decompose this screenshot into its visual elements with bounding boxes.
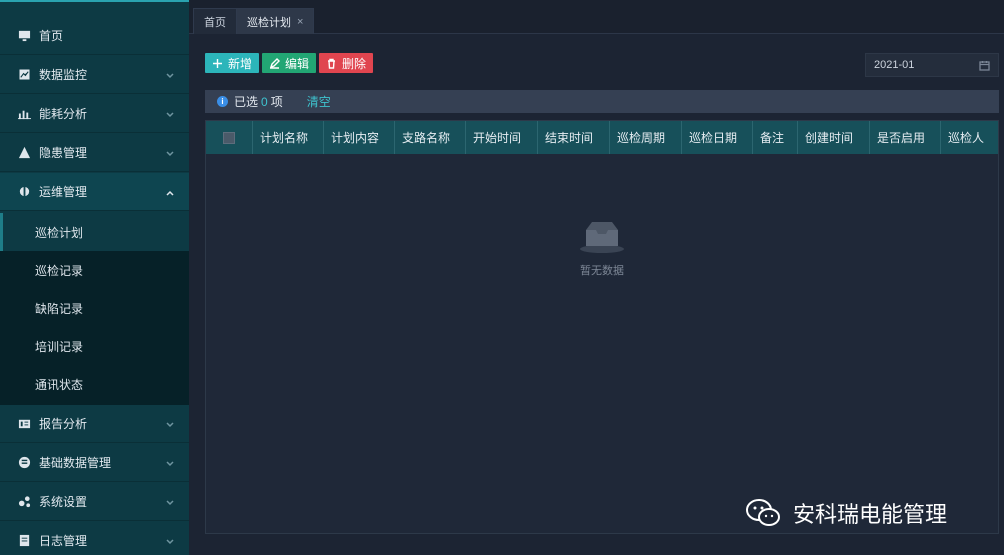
delete-button[interactable]: 删除	[319, 53, 374, 73]
chevron-down-icon	[165, 419, 175, 429]
sidebar-item-hazard-management[interactable]: 隐患管理	[0, 134, 189, 172]
edit-button[interactable]: 编辑	[262, 53, 317, 73]
delete-button-label: 删除	[342, 56, 367, 71]
column-header[interactable]: 创建时间	[798, 121, 870, 154]
column-header[interactable]: 支路名称	[395, 121, 466, 154]
empty-state: 暂无数据	[206, 216, 998, 278]
empty-text: 暂无数据	[580, 265, 624, 277]
column-header[interactable]: 结束时间	[538, 121, 610, 154]
submenu-item-training-record[interactable]: 培训记录	[0, 327, 189, 365]
chevron-down-icon	[165, 497, 175, 507]
calendar-icon	[979, 60, 990, 71]
inspection-plan-table: 计划名称 计划内容 支路名称 开始时间 结束时间 巡检周期 巡检日期 备注 创建…	[205, 120, 999, 534]
main-content: 首页 巡检计划 × 新增 编辑 删除 2021-01 i 已选 0 项 清空 计…	[189, 0, 1004, 555]
database-icon	[17, 456, 31, 470]
settings-icon	[17, 495, 31, 509]
submenu-item-label: 通讯状态	[35, 377, 84, 392]
selection-prefix: 已选	[234, 95, 259, 109]
add-button[interactable]: 新增	[205, 53, 260, 73]
report-icon	[17, 417, 31, 431]
selection-suffix: 项	[270, 95, 283, 109]
sidebar-item-label: 日志管理	[39, 534, 88, 548]
selection-count: 0	[261, 94, 268, 109]
chevron-up-icon	[165, 187, 175, 197]
sidebar-item-operations[interactable]: 运维管理	[0, 173, 189, 211]
tab-label: 首页	[204, 16, 226, 29]
inbox-empty-icon	[580, 222, 624, 253]
wechat-logo-icon	[746, 499, 780, 526]
column-header[interactable]: 备注	[753, 121, 798, 154]
warning-icon	[17, 146, 31, 160]
column-header[interactable]: 计划内容	[324, 121, 395, 154]
submenu-item-label: 巡检记录	[35, 263, 84, 278]
sidebar-item-label: 系统设置	[39, 495, 88, 509]
sidebar-item-label: 能耗分析	[39, 107, 88, 121]
pencil-icon	[269, 57, 280, 69]
sidebar-item-energy-analysis[interactable]: 能耗分析	[0, 95, 189, 133]
sidebar-item-home[interactable]: 首页	[0, 17, 189, 55]
watermark-text: 安科瑞电能管理	[793, 502, 948, 527]
log-icon	[17, 534, 31, 548]
chart-box-icon	[17, 68, 31, 82]
sidebar-item-label: 报告分析	[39, 417, 88, 431]
tool-icon	[17, 185, 31, 199]
info-icon: i	[217, 96, 228, 107]
column-header[interactable]: 计划名称	[253, 121, 324, 154]
column-header[interactable]: 开始时间	[466, 121, 538, 154]
tab-bar: 首页 巡检计划 ×	[189, 0, 1004, 34]
sidebar-item-label: 隐患管理	[39, 146, 88, 160]
watermark: 安科瑞电能管理	[745, 497, 947, 529]
sidebar-item-label: 运维管理	[39, 185, 88, 199]
sidebar-item-report-analysis[interactable]: 报告分析	[0, 405, 189, 443]
sidebar-item-label: 首页	[39, 29, 64, 43]
close-icon[interactable]: ×	[297, 16, 303, 28]
chevron-down-icon	[165, 148, 175, 158]
clear-selection-link[interactable]: 清空	[307, 93, 331, 110]
chevron-down-icon	[165, 536, 175, 546]
submenu-item-comm-status[interactable]: 通讯状态	[0, 365, 189, 403]
column-header[interactable]: 巡检周期	[610, 121, 682, 154]
selection-alert: i 已选 0 项 清空	[205, 90, 999, 113]
table-header: 计划名称 计划内容 支路名称 开始时间 结束时间 巡检周期 巡检日期 备注 创建…	[206, 121, 998, 154]
add-button-label: 新增	[228, 56, 253, 71]
plus-icon	[213, 58, 222, 68]
select-all-cell	[206, 121, 253, 154]
chevron-down-icon	[165, 70, 175, 80]
submenu-item-label: 培训记录	[35, 339, 84, 354]
sidebar-item-log-management[interactable]: 日志管理	[0, 522, 189, 555]
submenu-item-inspection-record[interactable]: 巡检记录	[0, 251, 189, 289]
operations-submenu: 巡检计划 巡检记录 缺陷记录 培训记录 通讯状态	[0, 213, 189, 405]
chevron-down-icon	[165, 458, 175, 468]
sidebar-item-label: 基础数据管理	[39, 456, 112, 470]
submenu-item-label: 缺陷记录	[35, 301, 84, 316]
column-header[interactable]: 巡检人	[941, 121, 998, 154]
submenu-item-defect-record[interactable]: 缺陷记录	[0, 289, 189, 327]
column-header[interactable]: 是否启用	[870, 121, 941, 154]
bar-chart-icon	[17, 107, 31, 121]
tab-home[interactable]: 首页	[193, 8, 237, 34]
sidebar-item-system-settings[interactable]: 系统设置	[0, 483, 189, 521]
submenu-item-label: 巡检计划	[35, 225, 84, 240]
sidebar: 首页 数据监控 能耗分析 隐患管理 运维管理 巡检计划 巡检记录 缺陷记录 培训…	[0, 0, 189, 555]
sidebar-item-basic-data[interactable]: 基础数据管理	[0, 444, 189, 482]
select-all-checkbox[interactable]	[223, 131, 235, 144]
month-picker[interactable]: 2021-01	[865, 53, 999, 77]
tab-inspection-plan[interactable]: 巡检计划 ×	[236, 8, 315, 34]
monitor-icon	[17, 29, 31, 43]
sidebar-item-label: 数据监控	[39, 68, 88, 82]
trash-icon	[328, 58, 335, 69]
edit-button-label: 编辑	[285, 56, 310, 71]
tab-label: 巡检计划	[247, 16, 291, 29]
month-picker-value: 2021-01	[874, 59, 915, 71]
sidebar-item-data-monitor[interactable]: 数据监控	[0, 56, 189, 94]
app-window: 首页 数据监控 能耗分析 隐患管理 运维管理 巡检计划 巡检记录 缺陷记录 培训…	[0, 0, 1004, 555]
column-header[interactable]: 巡检日期	[682, 121, 753, 154]
submenu-item-inspection-plan[interactable]: 巡检计划	[0, 213, 189, 251]
chevron-down-icon	[165, 109, 175, 119]
